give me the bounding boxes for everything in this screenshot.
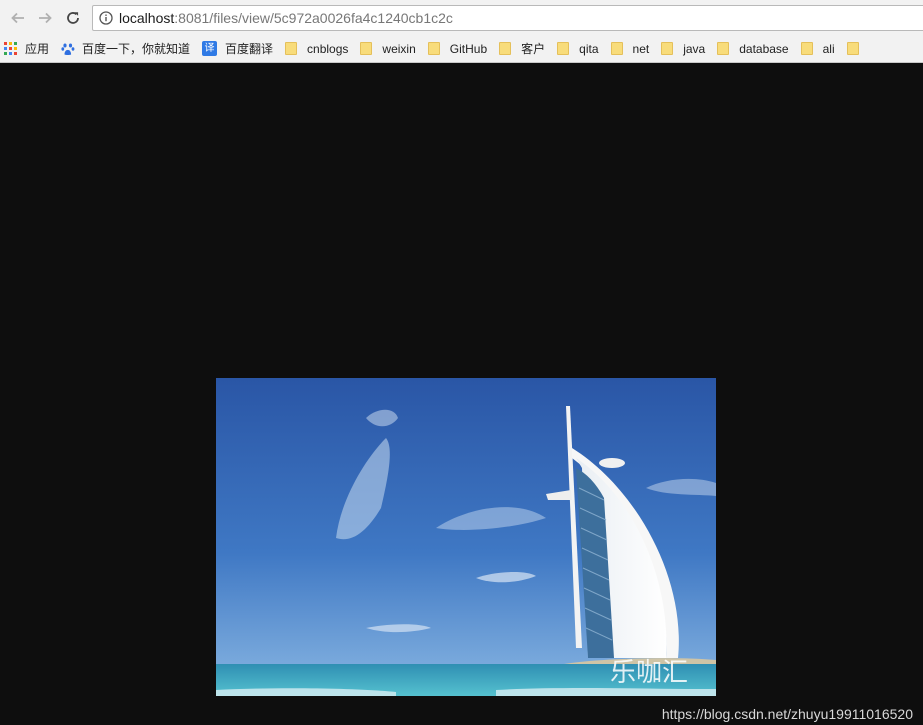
bookmark-label: 应用 xyxy=(25,42,50,56)
bookmark-label: database xyxy=(739,41,789,56)
bookmark-label: GitHub xyxy=(449,41,488,56)
url-host: localhost xyxy=(119,10,175,26)
burj-al-arab-photo: 乐咖汇 xyxy=(216,378,716,696)
bookmark-label: net xyxy=(632,41,650,56)
folder-icon xyxy=(360,42,373,55)
baidu-paw-icon xyxy=(61,43,75,55)
url-text[interactable]: localhost:8081/files/view/5c972a0026fa4c… xyxy=(119,10,453,26)
translate-icon: 译 xyxy=(202,41,218,56)
info-icon[interactable] xyxy=(99,11,113,25)
bookmark-label: qita xyxy=(579,41,599,56)
bookmark-folder-database[interactable]: database xyxy=(713,38,792,60)
url-path: :8081/files/view/5c972a0026fa4c1240cb1c2… xyxy=(174,10,453,26)
bookmark-folder-ali[interactable]: ali xyxy=(797,38,839,60)
bookmark-apps[interactable]: 应用 xyxy=(0,38,53,60)
viewed-image[interactable]: 乐咖汇 xyxy=(216,378,716,696)
bookmark-baidu[interactable]: 百度一下，你就知道 xyxy=(57,38,194,60)
bookmark-folder-kehu[interactable]: 客户 xyxy=(495,38,549,60)
arrow-right-icon xyxy=(39,12,52,24)
bookmark-baidu-translate[interactable]: 译 百度翻译 xyxy=(198,38,277,60)
bookmark-label: java xyxy=(683,41,706,56)
bookmark-folder-java[interactable]: java xyxy=(657,38,709,60)
bookmarks-bar: 应用 百度一下，你就知道 译 百度翻译 cnblogs weixin GitHu… xyxy=(0,36,923,61)
bookmark-folder-overflow[interactable] xyxy=(843,38,873,60)
forward-button[interactable] xyxy=(35,8,55,28)
watermark-text: https://blog.csdn.net/zhuyu19911016520 xyxy=(661,706,913,722)
folder-icon xyxy=(800,42,813,55)
reload-icon xyxy=(67,12,79,24)
folder-icon xyxy=(661,42,674,55)
bookmark-label: 百度翻译 xyxy=(225,42,274,56)
bookmark-folder-github[interactable]: GitHub xyxy=(424,38,491,60)
folder-icon xyxy=(717,42,730,55)
bookmark-folder-qita[interactable]: qita xyxy=(553,38,602,60)
arrow-left-icon xyxy=(11,12,24,24)
bookmark-label: ali xyxy=(822,41,835,56)
apps-grid-icon xyxy=(4,42,17,55)
reload-button[interactable] xyxy=(63,8,83,28)
bookmark-label: weixin xyxy=(382,41,416,56)
bookmark-folder-cnblogs[interactable]: cnblogs xyxy=(281,38,352,60)
bookmark-label: cnblogs xyxy=(307,41,349,56)
folder-icon xyxy=(610,42,623,55)
image-overlay-text: 乐咖汇 xyxy=(610,658,688,688)
bookmark-label: 客户 xyxy=(521,42,546,56)
bookmark-label: 百度一下，你就知道 xyxy=(82,42,191,56)
folder-icon xyxy=(285,42,298,55)
folder-icon xyxy=(499,42,512,55)
browser-chrome: localhost:8081/files/view/5c972a0026fa4c… xyxy=(0,0,923,63)
address-bar[interactable]: localhost:8081/files/view/5c972a0026fa4c… xyxy=(92,5,923,31)
folder-icon xyxy=(846,42,859,55)
bookmark-folder-net[interactable]: net xyxy=(607,38,654,60)
folder-icon xyxy=(427,42,440,55)
bookmark-folder-weixin[interactable]: weixin xyxy=(356,38,419,60)
back-button[interactable] xyxy=(8,8,28,28)
folder-icon xyxy=(557,42,570,55)
browser-toolbar: localhost:8081/files/view/5c972a0026fa4c… xyxy=(0,0,923,36)
